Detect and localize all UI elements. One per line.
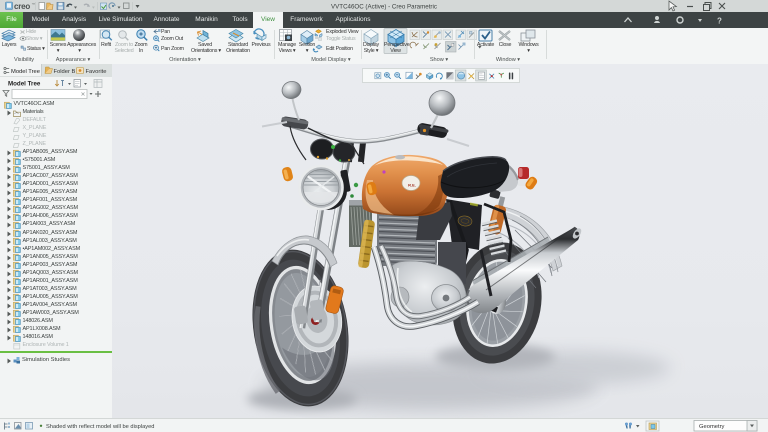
svg-text:Model Tree: Model Tree	[8, 81, 41, 88]
svg-text:VVTC46OC (Active) - Creo Param: VVTC46OC (Active) - Creo Parametric	[331, 4, 437, 11]
svg-text:Model Tree: Model Tree	[11, 69, 40, 75]
svg-text:Favorite: Favorite	[86, 69, 107, 75]
svg-text:?: ?	[717, 17, 722, 26]
svg-text:™: ™	[32, 3, 36, 7]
svg-text:R.E.: R.E.	[408, 183, 416, 188]
svg-text:Shaded with reflect model will: Shaded with reflect model will be displa…	[46, 424, 154, 430]
svg-text:Folder B: Folder B	[54, 69, 76, 75]
svg-text:Geometry: Geometry	[699, 424, 725, 430]
svg-text:creo: creo	[14, 2, 30, 11]
